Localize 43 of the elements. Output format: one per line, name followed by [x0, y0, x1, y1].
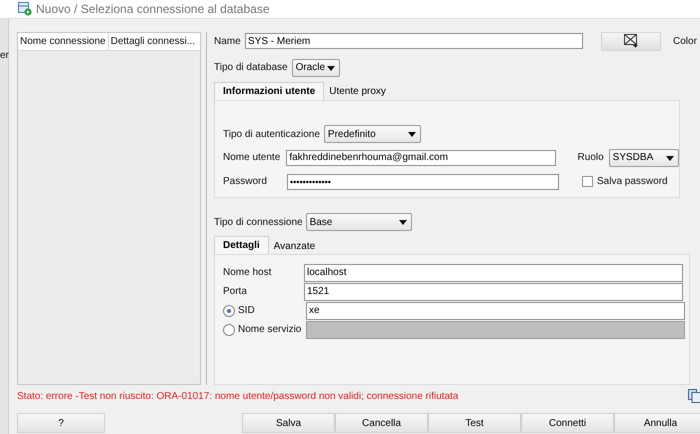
checkbox[interactable]: [582, 176, 593, 187]
field-label: Nome utente: [223, 152, 282, 163]
color-swatch-icon: [623, 34, 639, 48]
username-field[interactable]: fakhreddinebenrhouma@gmail.com: [286, 150, 556, 166]
color-button[interactable]: [601, 32, 661, 50]
tab[interactable]: Informazioni utente: [214, 82, 324, 100]
radio-label: SID: [238, 305, 256, 316]
connection-type-dropdown[interactable]: Base: [306, 213, 412, 232]
column-header[interactable]: Nome connessione: [18, 33, 109, 50]
window-title: Nuovo / Seleziona connessione al database: [36, 2, 270, 16]
radio-button[interactable]: [223, 304, 235, 317]
dialog-button[interactable]: Annulla: [614, 413, 700, 433]
field-label: Ruolo: [578, 152, 604, 163]
dialog-button[interactable]: Cancella: [335, 413, 428, 433]
column-header[interactable]: Dettagli connessi...: [108, 33, 198, 50]
field-label: Password: [223, 176, 268, 187]
dialog-button[interactable]: Connetti: [521, 413, 614, 433]
input-field[interactable]: xe: [306, 302, 685, 320]
tab[interactable]: Dettagli: [214, 236, 269, 254]
name-field[interactable]: SYS - Meriem: [245, 33, 583, 49]
checkbox-label: Salva password: [597, 176, 668, 187]
field-label: Name: [214, 36, 242, 46]
field-label: Nome host: [223, 267, 272, 278]
radio-label: Nome servizio: [238, 324, 302, 336]
field-label: Tipo di database: [214, 62, 288, 74]
dialog-button[interactable]: Test: [428, 413, 521, 433]
password-field[interactable]: •••••••••••••: [287, 174, 559, 190]
database-type-dropdown[interactable]: Oracle: [292, 58, 340, 77]
tab[interactable]: Avanzate: [268, 238, 320, 254]
copy-icon[interactable]: [688, 389, 700, 403]
field-label: Tipo di connessione: [214, 216, 303, 228]
color-label: Color: [673, 36, 698, 46]
role-dropdown[interactable]: SYSDBA: [608, 148, 680, 166]
dialog-button[interactable]: Salva: [242, 413, 335, 433]
authentication-dropdown[interactable]: Predefinito: [324, 125, 421, 143]
dialog-button[interactable]: ?: [17, 413, 105, 433]
background-window-text: er: [0, 50, 8, 61]
field-label: Porta: [223, 286, 248, 298]
tab[interactable]: Utente proxy: [324, 84, 391, 100]
status-message: Stato: errore -Test non riuscito: ORA-01017: nome utente/password non validi; connessione rifiutata: [17, 390, 460, 402]
field-label: Tipo di autenticazione: [223, 128, 320, 140]
input-field[interactable]: 1521: [304, 282, 683, 301]
input-field[interactable]: localhost: [304, 264, 683, 282]
